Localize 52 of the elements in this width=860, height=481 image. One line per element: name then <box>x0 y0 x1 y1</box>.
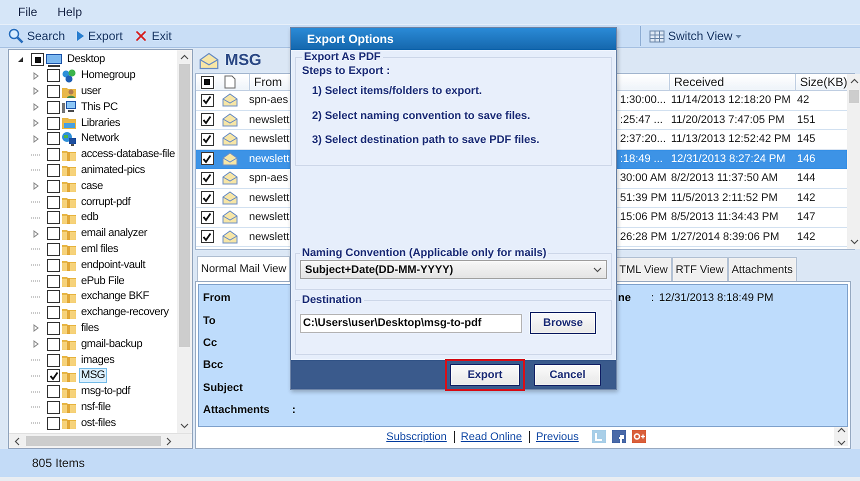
status-text: 805 Items <box>32 456 85 470</box>
field-label: ne <box>618 292 632 304</box>
step-text: 2) Select naming convention to save files. <box>311 110 532 124</box>
field-label: To <box>203 314 217 327</box>
field-label: From <box>203 292 232 304</box>
dialog-title: Export Options <box>291 28 616 50</box>
table-cell-text: 145 <box>796 133 816 146</box>
table-cell-text: :25:47 ... <box>620 114 664 126</box>
table-cell-text: 144 <box>796 172 816 184</box>
group-title: Naming Convention (Applicable only for mails) <box>301 247 548 259</box>
table-cell-text: newslett <box>249 133 290 146</box>
table-cell-text: :18:49 ... <box>620 152 664 165</box>
table-cell-text: 12/31/2013 8:27:24 PM <box>670 152 786 165</box>
folder-title: MSG <box>225 52 262 70</box>
table-cell-text: 1/27/2014 8:39:06 PM <box>670 230 780 243</box>
table-cell-text: 8/2/2013 11:37:50 AM <box>670 172 779 184</box>
step-text: 1) Select items/folders to export. <box>311 85 483 99</box>
table-cell-text: 147 <box>796 211 816 224</box>
table-cell-text: 11/20/2013 7:47:05 PM <box>670 114 786 126</box>
field-label: Subject <box>203 382 244 394</box>
table-cell-text: 146 <box>796 152 816 165</box>
table-cell-text: 15:06 PM <box>620 211 668 224</box>
table-cell-text: 11/5/2013 2:11:52 PM <box>670 192 779 204</box>
field-label: Attachments <box>203 404 271 416</box>
field-label: Bcc <box>203 359 224 372</box>
table-cell-text: 2:37:20... <box>620 133 667 146</box>
table-cell-text: 8/5/2013 11:34:43 PM <box>670 211 780 224</box>
table-cell-text: 42 <box>796 94 810 106</box>
step-text: 3) Select destination path to save PDF files. <box>311 134 540 148</box>
table-cell-text: newslett <box>249 192 290 204</box>
field-label: Cc <box>203 336 218 349</box>
separator: : <box>292 404 296 416</box>
table-cell-text: spn-aes <box>249 172 290 184</box>
table-cell-text: 142 <box>796 192 816 204</box>
table-cell-text: 142 <box>796 230 816 243</box>
table-cell-text: 30:00 AM <box>620 172 668 184</box>
table-cell-text: spn-aes <box>249 94 290 106</box>
table-cell-text: newslett <box>249 114 290 126</box>
group-title: Export As PDF <box>303 51 382 63</box>
table-cell-text: newslett <box>249 152 290 165</box>
separator: : <box>651 292 656 304</box>
table-cell-text: 151 <box>796 114 816 126</box>
table-cell-text: 1:30:00... <box>620 94 667 106</box>
table-cell-text: 11/14/2013 12:18:20 PM <box>670 94 792 106</box>
field-value: 12/31/2013 8:18:49 PM <box>659 292 774 304</box>
steps-heading: Steps to Export : <box>302 65 392 77</box>
table-cell-text: 51:39 PM <box>620 192 668 204</box>
table-cell-text: 11/13/2013 12:52:42 PM <box>670 133 792 146</box>
table-cell-text: newslett <box>249 230 290 243</box>
table-cell-text: newslett <box>249 211 290 224</box>
group-title: Destination <box>301 294 363 306</box>
table-cell-text: 26:28 PM <box>620 230 668 243</box>
